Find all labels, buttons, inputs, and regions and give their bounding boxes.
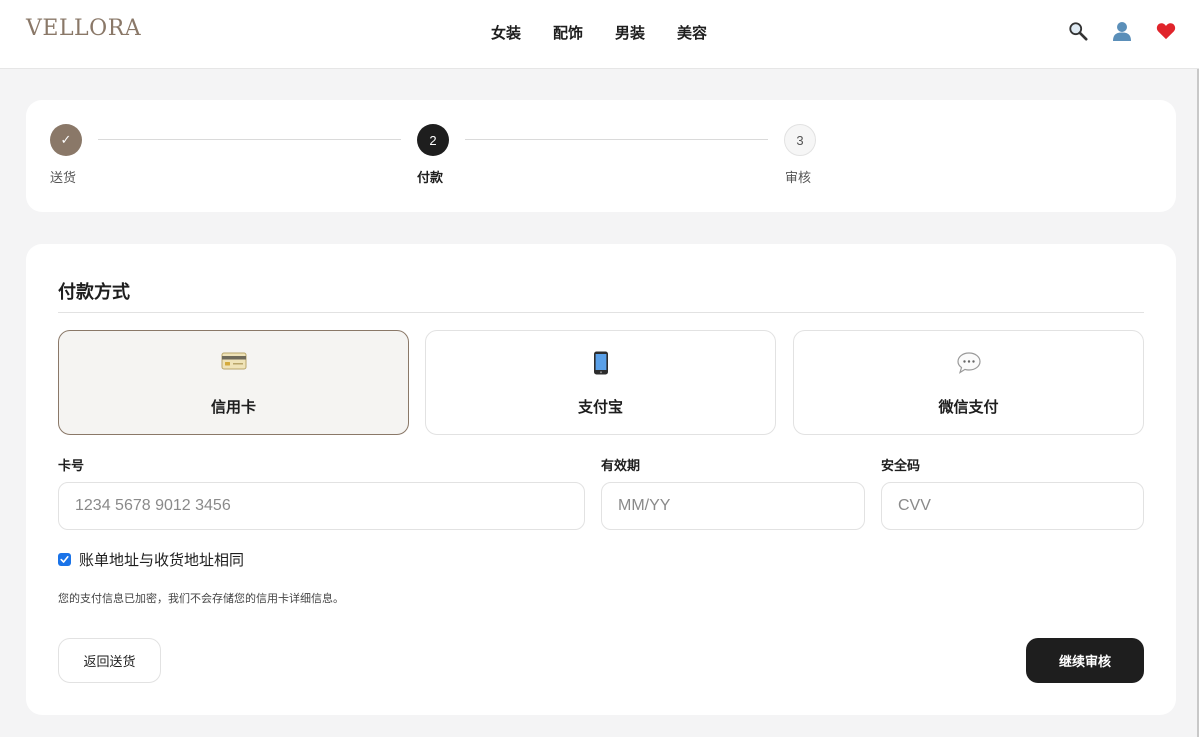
step-label-shipping: 送货 [50, 171, 77, 186]
method-wechat-pay[interactable]: 微信支付 [793, 330, 1144, 435]
continue-review-button[interactable]: 继续审核 [1026, 638, 1144, 683]
divider [58, 312, 1144, 313]
method-alipay[interactable]: 支付宝 [425, 330, 776, 435]
credit-card-icon [59, 351, 408, 371]
nav-item-mens[interactable]: 男装 [615, 22, 645, 43]
same-address-label[interactable]: 账单地址与收货地址相同 [79, 549, 244, 570]
step-3-number: 3 [784, 124, 816, 156]
method-label: 微信支付 [938, 398, 999, 416]
user-icon[interactable] [1112, 20, 1132, 42]
heart-icon[interactable] [1156, 20, 1176, 42]
cvv-label: 安全码 [881, 459, 921, 474]
back-to-shipping-button[interactable]: 返回送货 [58, 638, 161, 683]
method-credit-card[interactable]: 信用卡 [58, 330, 409, 435]
checkout-progress: ✓ 2 3 送货 付款 审核 [26, 100, 1176, 212]
security-note: 您的支付信息已加密，我们不会存储您的信用卡详细信息。 [58, 592, 344, 605]
top-bar: VELLORA 女装 配饰 男装 美容 [0, 0, 1199, 69]
step-connector [465, 139, 768, 140]
nav-item-womens[interactable]: 女装 [491, 22, 521, 43]
chat-bubble-icon [794, 351, 1143, 375]
search-icon[interactable] [1068, 20, 1088, 42]
section-title: 付款方式 [58, 282, 130, 303]
cvv-input[interactable] [881, 482, 1144, 530]
checkmark-icon [60, 556, 69, 563]
header-actions [1068, 20, 1176, 42]
mobile-phone-icon [426, 351, 775, 375]
step-connector [98, 139, 401, 140]
card-number-label: 卡号 [58, 459, 85, 474]
expiry-label: 有效期 [601, 459, 641, 474]
step-label-review: 审核 [785, 171, 812, 186]
nav-item-accessories[interactable]: 配饰 [553, 22, 583, 43]
brand-logo[interactable]: VELLORA [26, 16, 141, 41]
expiry-input[interactable] [601, 482, 865, 530]
same-address-row: 账单地址与收货地址相同 [58, 549, 244, 570]
nav-item-beauty[interactable]: 美容 [677, 22, 707, 43]
method-label: 信用卡 [210, 398, 256, 416]
card-number-input[interactable] [58, 482, 585, 530]
payment-form: 付款方式 信用卡 支付宝 微信支付 卡号 有效期 安全码 1234 5678 9… [26, 244, 1176, 715]
step-1-checkmark-icon: ✓ [50, 124, 82, 156]
step-2-number: 2 [417, 124, 449, 156]
main-nav: 女装 配饰 男装 美容 [491, 22, 707, 43]
step-label-payment: 付款 [417, 171, 444, 186]
same-address-checkbox[interactable] [58, 553, 71, 566]
method-label: 支付宝 [577, 398, 623, 416]
